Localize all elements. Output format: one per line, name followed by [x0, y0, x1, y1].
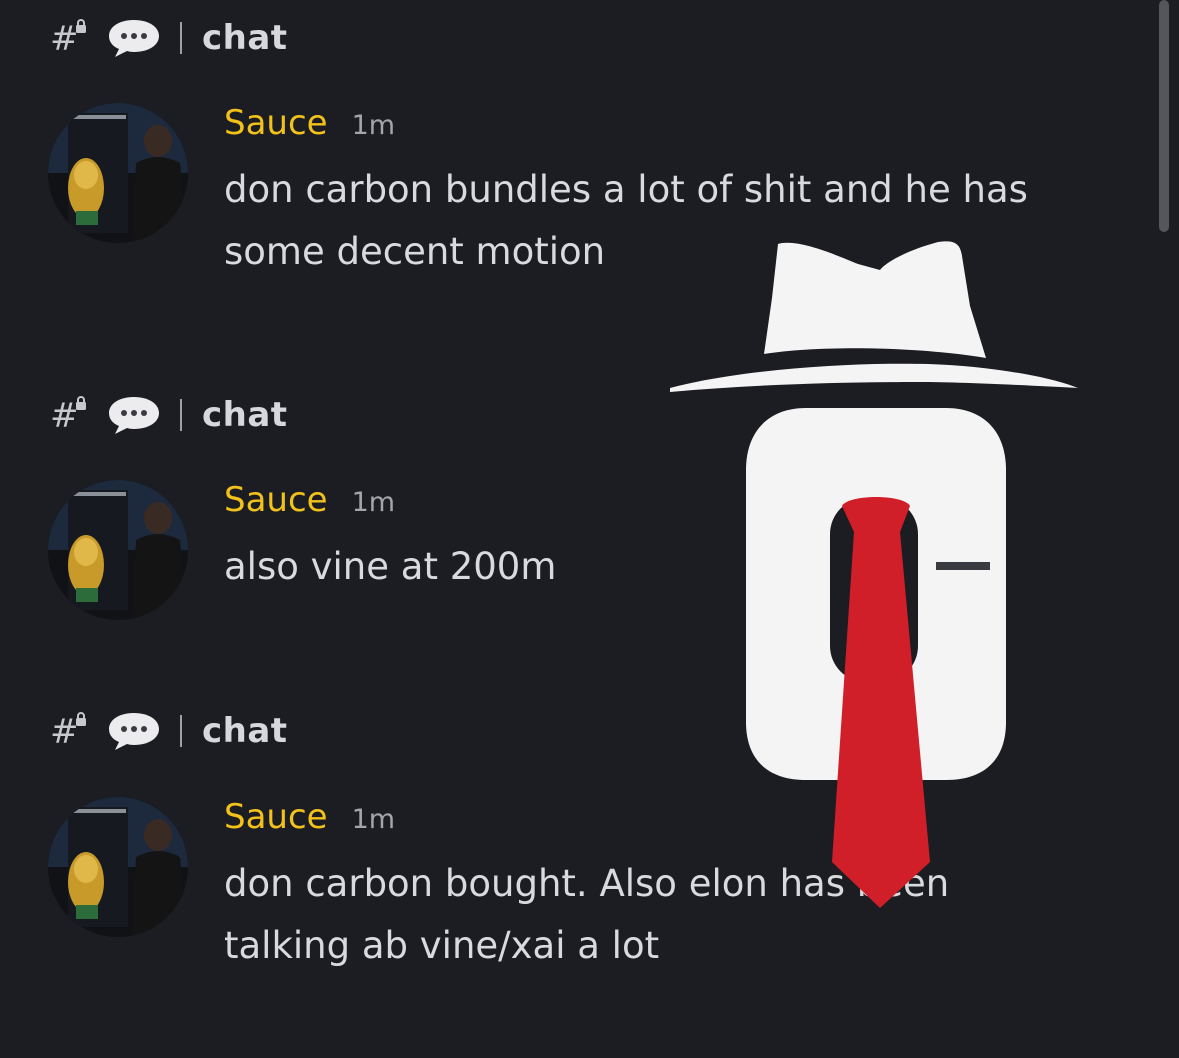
divider [180, 399, 182, 431]
message-header: Sauce 1m [224, 103, 395, 151]
channel-name[interactable]: chat [202, 18, 288, 58]
private-channel-icon: # [50, 710, 92, 752]
scrollbar[interactable] [1159, 0, 1169, 232]
username[interactable]: Sauce [224, 797, 328, 837]
timestamp: 1m [351, 487, 396, 518]
channel-header[interactable]: # chat [50, 707, 288, 755]
lock-icon [76, 19, 86, 33]
username[interactable]: Sauce [224, 103, 328, 143]
chat-bubble-icon [109, 397, 159, 434]
chat-feed: # chat Sauce 1m don carbon bundles a lot… [0, 0, 1179, 1058]
timestamp: 1m [351, 804, 396, 835]
channel-header[interactable]: # chat [50, 391, 288, 439]
channel-name[interactable]: chat [202, 711, 288, 751]
channel-name[interactable]: chat [202, 395, 288, 435]
channel-header[interactable]: # chat [50, 14, 288, 62]
private-channel-icon: # [50, 394, 92, 436]
divider [180, 22, 182, 54]
fedora-tie-logo [670, 241, 1078, 908]
avatar[interactable] [48, 480, 188, 620]
lock-icon [76, 712, 86, 726]
chat-bubble-icon [109, 713, 159, 750]
divider [180, 715, 182, 747]
lock-icon [76, 396, 86, 410]
chat-bubble-icon [109, 20, 159, 57]
avatar[interactable] [48, 103, 188, 243]
message-header: Sauce 1m [224, 480, 395, 528]
username[interactable]: Sauce [224, 480, 328, 520]
message-header: Sauce 1m [224, 797, 395, 845]
private-channel-icon: # [50, 17, 92, 59]
timestamp: 1m [351, 110, 396, 141]
avatar[interactable] [48, 797, 188, 937]
